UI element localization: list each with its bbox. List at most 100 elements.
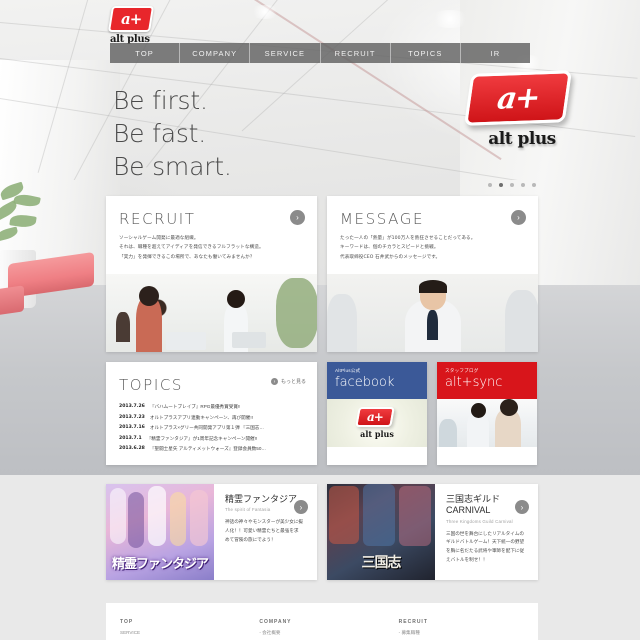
topics-more-link[interactable]: › もっと見る: [270, 378, 306, 386]
nav-item-recruit[interactable]: RECRUIT: [321, 43, 391, 63]
nav-item-company[interactable]: COMPANY: [180, 43, 251, 63]
footer-link[interactable]: - 募集職種: [399, 628, 538, 638]
game-description-line: 神話の神々やモンスターが美少女に擬: [225, 519, 304, 525]
facebook-kicker: AltPlus公式: [335, 368, 361, 374]
topic-text: 『バハムートブレイブ』RPG最優秀賞受賞!!: [149, 404, 241, 410]
altsync-kicker: スタッフブログ: [445, 368, 479, 374]
altsync-banner-header: スタッフブログ alt+sync: [437, 362, 537, 400]
game-description-line: ギルドバトルゲーム！天下統一の野望: [446, 539, 525, 545]
carousel-dot-2[interactable]: [499, 183, 503, 187]
card-message-line-2: キーワードは、個のチカラとスピードと挑戦。: [340, 245, 439, 251]
social-banner-altsync[interactable]: スタッフブログ alt+sync: [437, 362, 537, 466]
game-artwork-title: 三国志: [361, 555, 402, 571]
card-recruit-body: ソーシャルゲーム開発に最適な組織。 それは、職種を超えてアイディアを発信できるフ…: [106, 228, 317, 274]
logo-mark-text: a+: [120, 10, 142, 28]
topic-item[interactable]: 2013.7.26 『バハムートブレイブ』RPG最優秀賞受賞!!: [119, 402, 304, 413]
card-message-body: たった一人の「熱量」が100万人を熱狂させることだってある。 キーワードは、個の…: [327, 228, 538, 274]
game-card-seirei-fantasia[interactable]: 精霊ファンタジア 精霊ファンタジア The spirit of Fantasia…: [106, 484, 317, 580]
card-message-arrow-icon[interactable]: ›: [511, 210, 526, 225]
game-artwork: 精霊ファンタジア: [106, 484, 214, 580]
game-description-line: 人化！！可愛い精霊たちと最強を求: [225, 528, 299, 534]
topic-item[interactable]: 2013.7.16 オルトプラス×グリー共同開発アプリ第１弾 『三国志…: [119, 423, 304, 434]
social-banners: AltPlus公式 facebook a+ alt plus スタッフブログ a…: [327, 362, 538, 466]
card-recruit-line-3: 「実力」を発揮できるこの場所で、あなたも働いてみませんか？: [119, 254, 255, 260]
facebook-banner-image: a+ alt plus: [327, 399, 427, 448]
site-logo[interactable]: a+ alt plus: [107, 6, 166, 45]
more-arrow-icon: ›: [270, 378, 278, 386]
altsync-label: alt+sync: [445, 375, 503, 391]
topic-date: 2013.7.16: [119, 425, 145, 431]
site-footer: TOP SERVICE COMPANY - 会社概要 RECRUIT - 募集職…: [106, 603, 538, 640]
topic-text: 『精霊ファンタジア』が1周年記念キャンペーン開催!!: [146, 435, 258, 441]
cards-row-secondary: TOPICS › もっと見る 2013.7.26 『バハムートブレイブ』RPG最…: [106, 362, 538, 466]
card-message[interactable]: MESSAGE › たった一人の「熱量」が100万人を熱狂させることだってある。…: [327, 196, 538, 353]
banner-logo-wordmark: alt plus: [360, 429, 394, 440]
card-recruit-photo: [106, 274, 317, 353]
footer-heading[interactable]: RECRUIT: [399, 617, 538, 628]
game-description-line: 三国の世を舞台にしたリアルタイムの: [446, 530, 524, 536]
social-banner-facebook[interactable]: AltPlus公式 facebook a+ alt plus: [327, 362, 427, 466]
footer-column-recruit: RECRUIT - 募集職種: [399, 617, 538, 640]
nav-item-topics[interactable]: TOPICS: [391, 43, 461, 63]
footer-column-top: TOP SERVICE: [120, 617, 259, 640]
hero-logo-mark-text: a+: [495, 79, 541, 117]
topic-item[interactable]: 2013.6.28 『聖闘士星矢 アルティメットウォーズ』登録会員数50…: [119, 444, 304, 455]
game-card-sangokushi-guild-carnival[interactable]: 三国志 三国志ギルド CARNIVAL Three Kingdoms Guild…: [327, 484, 538, 580]
carousel-dot-5[interactable]: [532, 183, 536, 187]
games-list: 精霊ファンタジア 精霊ファンタジア The spirit of Fantasia…: [106, 484, 538, 580]
footer-heading[interactable]: COMPANY: [259, 617, 398, 628]
game-info: 三国志ギルド CARNIVAL Three Kingdoms Guild Car…: [435, 484, 538, 580]
topic-item[interactable]: 2013.7.1 『精霊ファンタジア』が1周年記念キャンペーン開催!!: [119, 434, 304, 445]
nav-item-ir[interactable]: IR: [461, 43, 530, 63]
game-artwork-title: 精霊ファンタジア: [111, 557, 209, 572]
carousel-dot-1[interactable]: [488, 183, 492, 187]
hero-logo: a+ alt plus: [464, 70, 576, 149]
game-info: 精霊ファンタジア The spirit of Fantasia › 神話の神々や…: [214, 484, 317, 580]
topic-text: オルトプラス×グリー共同開発アプリ第１弾 『三国志…: [149, 425, 264, 431]
topic-text: オルトプラスアプリ連動キャンペーン、再び開催!!: [149, 414, 253, 420]
card-topics: TOPICS › もっと見る 2013.7.26 『バハムートブレイブ』RPG最…: [106, 362, 317, 466]
facebook-label: facebook: [335, 375, 395, 391]
card-message-photo: [327, 274, 538, 353]
hero-tagline-line-1: Be first.: [113, 86, 208, 115]
game-description-line: を胸に名だたる武将や軍師を配下に従: [446, 548, 525, 554]
card-message-line-3: 代表取締役CEO 石井武からのメッセージです。: [340, 254, 441, 260]
hero-logo-mark: a+: [464, 70, 572, 126]
game-description: 三国の世を舞台にしたリアルタイムの ギルドバトルゲーム！天下統一の野望 を胸に名…: [446, 530, 528, 566]
cards-row-primary: RECRUIT › ソーシャルゲーム開発に最適な組織。 それは、職種を超えてアイ…: [106, 196, 538, 353]
game-arrow-icon[interactable]: ›: [515, 500, 529, 514]
facebook-banner-header: AltPlus公式 facebook: [327, 362, 427, 400]
game-arrow-icon[interactable]: ›: [294, 500, 308, 514]
card-recruit[interactable]: RECRUIT › ソーシャルゲーム開発に最適な組織。 それは、職種を超えてアイ…: [106, 196, 317, 353]
topic-item[interactable]: 2013.7.23 オルトプラスアプリ連動キャンペーン、再び開催!!: [119, 413, 304, 424]
carousel-dot-4[interactable]: [521, 183, 525, 187]
card-recruit-line-2: それは、職種を超えてアイディアを発信できるフルフラットな構造。: [119, 245, 264, 251]
card-message-header: MESSAGE ›: [327, 196, 538, 228]
main-navigation: TOP COMPANY SERVICE RECRUIT TOPICS IR: [110, 43, 530, 63]
game-artwork: 三国志: [327, 484, 435, 580]
banner-logo-mark: a+: [355, 407, 395, 428]
content-cards: RECRUIT › ソーシャルゲーム開発に最適な組織。 それは、職種を超えてアイ…: [106, 196, 538, 466]
footer-heading[interactable]: TOP: [120, 617, 259, 628]
hero-logo-wordmark: alt plus: [488, 129, 556, 149]
nav-item-service[interactable]: SERVICE: [250, 43, 321, 63]
game-subtitle: Three Kingdoms Guild Carnival: [446, 518, 513, 524]
footer-link[interactable]: SERVICE: [120, 628, 259, 638]
topic-date: 2013.6.28: [119, 446, 145, 452]
card-recruit-header: RECRUIT ›: [106, 196, 317, 228]
logo-mark: a+: [107, 6, 155, 32]
hero-tagline-line-3: Be smart.: [113, 152, 232, 181]
topics-list: 2013.7.26 『バハムートブレイブ』RPG最優秀賞受賞!! 2013.7.…: [106, 394, 317, 465]
carousel-dot-3[interactable]: [510, 183, 514, 187]
carousel-dots: [488, 183, 536, 187]
hero-tagline-line-2: Be fast.: [113, 119, 206, 148]
card-recruit-arrow-icon[interactable]: ›: [290, 210, 305, 225]
footer-link[interactable]: - 会社概要: [259, 628, 398, 638]
page-root: a+ alt plus TOP COMPANY SERVICE RECRUIT …: [0, 0, 640, 640]
footer-column-company: COMPANY - 会社概要: [259, 617, 398, 640]
topic-date: 2013.7.23: [119, 414, 145, 420]
card-recruit-line-1: ソーシャルゲーム開発に最適な組織。: [119, 236, 199, 241]
nav-item-top[interactable]: TOP: [110, 43, 181, 63]
game-description: 神話の神々やモンスターが美少女に擬 人化！！可愛い精霊たちと最強を求 めて冒険の…: [225, 518, 307, 545]
hero-tagline: Be first. Be fast. Be smart.: [113, 84, 232, 183]
